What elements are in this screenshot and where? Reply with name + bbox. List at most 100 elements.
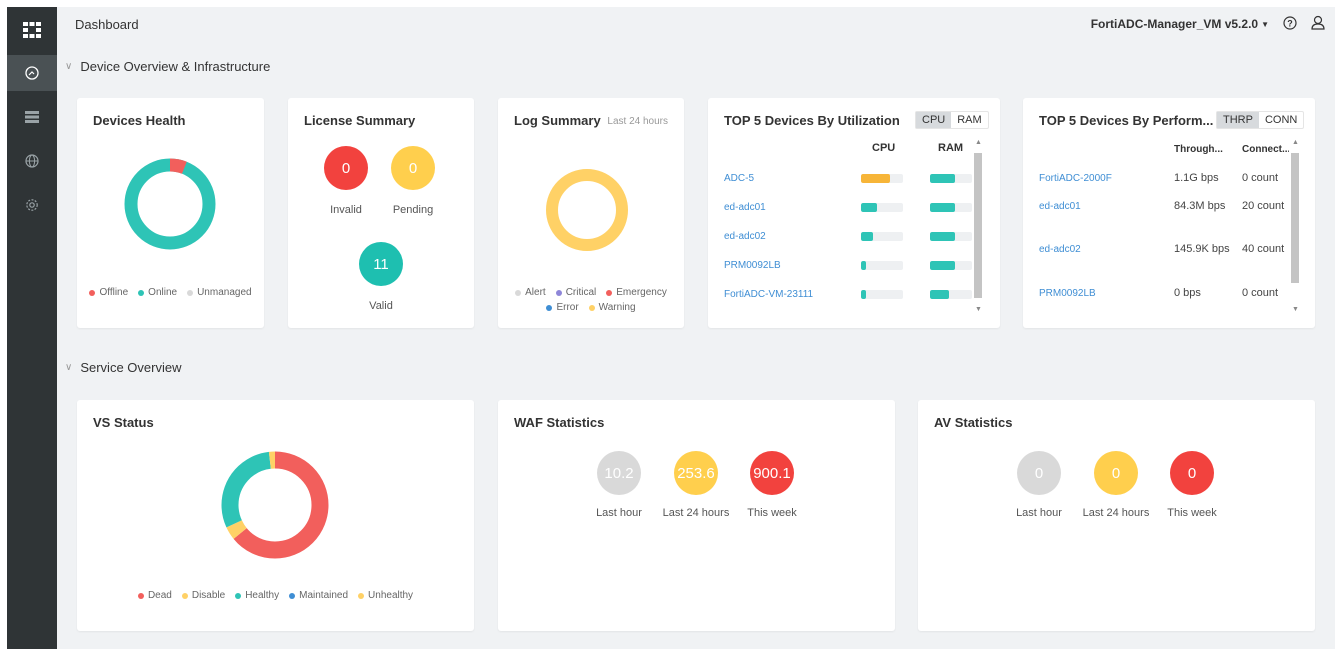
invalid-label: Invalid <box>330 204 362 216</box>
waf-last-24h-circle[interactable]: 253.6 <box>674 451 718 495</box>
legend-critical[interactable]: Critical <box>555 287 596 298</box>
waf-last-hour-label: Last hour <box>596 507 642 519</box>
legend-online[interactable]: Online <box>138 287 177 298</box>
card-title: Log Summary <box>514 113 601 128</box>
legend-offline[interactable]: Offline <box>89 287 128 298</box>
card-title: TOP 5 Devices By Perform... <box>1039 113 1214 128</box>
perf-scrollbar[interactable]: ▲ ▼ <box>1289 139 1301 313</box>
conn-toggle[interactable]: CONN <box>1259 112 1303 128</box>
card-title: WAF Statistics <box>514 415 605 430</box>
vs-status-card: VS Status Dead Disable Healthy Maintaine… <box>77 400 474 631</box>
util-scrollbar[interactable]: ▲ ▼ <box>972 139 984 313</box>
legend-error[interactable]: Error <box>546 302 579 313</box>
perf-connections-cell: 0 count <box>1242 172 1279 184</box>
util-ram-bar <box>930 290 972 299</box>
devices-health-donut <box>124 158 216 250</box>
chevron-down-icon: ∨ <box>65 362 73 373</box>
util-cpu-bar <box>861 261 903 270</box>
av-last-hour-circle[interactable]: 0 <box>1017 451 1061 495</box>
user-icon[interactable] <box>1311 15 1325 33</box>
help-icon[interactable]: ? <box>1283 15 1297 33</box>
perf-device-link[interactable]: ed-adc02 <box>1039 244 1081 255</box>
perf-device-link[interactable]: FortiADC-2000F <box>1039 173 1112 184</box>
perf-connections-cell: 0 count <box>1242 287 1279 299</box>
col-cpu: CPU <box>872 142 896 154</box>
vs-status-legend: Dead Disable Healthy Maintained Unhealth… <box>87 590 464 601</box>
util-device-link[interactable]: ADC-5 <box>724 173 754 184</box>
col-connections: Connect... <box>1242 144 1291 155</box>
util-cpu-bar <box>861 232 903 241</box>
section-service-overview[interactable]: ∨ Service Overview <box>65 360 181 375</box>
vm-selector-dropdown[interactable]: FortiADC-Manager_VM v5.2.0 ▼ <box>1091 17 1269 31</box>
log-summary-donut <box>546 169 628 251</box>
dashboard-icon[interactable] <box>7 55 57 91</box>
perf-connections-cell: 40 count <box>1242 243 1285 255</box>
log-summary-card: Log Summary Last 24 hours Alert Critical… <box>498 98 684 328</box>
waf-this-week-circle[interactable]: 900.1 <box>750 451 794 495</box>
av-this-week-label: This week <box>1167 507 1217 519</box>
util-device-link[interactable]: PRM0092LB <box>724 260 781 271</box>
legend-healthy[interactable]: Healthy <box>235 590 279 601</box>
util-ram-bar <box>930 261 972 270</box>
legend-maintained[interactable]: Maintained <box>289 590 348 601</box>
top-right-controls: FortiADC-Manager_VM v5.2.0 ▼ ? <box>1091 15 1325 33</box>
log-summary-legend: Alert Critical Emergency Error Warning <box>502 287 680 313</box>
av-last-24h-circle[interactable]: 0 <box>1094 451 1138 495</box>
sidebar <box>7 7 57 649</box>
util-ram-bar <box>930 174 972 183</box>
perf-device-link[interactable]: ed-adc01 <box>1039 201 1081 212</box>
col-ram: RAM <box>938 142 964 154</box>
legend-alert[interactable]: Alert <box>515 287 546 298</box>
util-cpu-bar <box>861 203 903 212</box>
legend-unhealthy[interactable]: Unhealthy <box>358 590 413 601</box>
chevron-down-icon: ∨ <box>65 61 73 72</box>
waf-statistics-card: WAF Statistics 10.2 Last hour 253.6 Last… <box>498 400 895 631</box>
page-title: Dashboard <box>75 17 139 32</box>
top-bar: Dashboard FortiADC-Manager_VM v5.2.0 ▼ ? <box>57 7 1335 43</box>
ram-toggle[interactable]: RAM <box>951 112 987 128</box>
invalid-count-circle[interactable]: 0 <box>324 146 368 190</box>
perf-throughput-cell: 145.9K bps <box>1174 243 1230 255</box>
pending-count-circle[interactable]: 0 <box>391 146 435 190</box>
av-last-24h-label: Last 24 hours <box>1082 507 1150 519</box>
waf-last-hour-circle[interactable]: 10.2 <box>597 451 641 495</box>
util-device-link[interactable]: FortiADC-VM-23111 <box>724 289 813 300</box>
vs-status-donut <box>221 451 329 559</box>
top5-performance-card: TOP 5 Devices By Perform... THRP CONN Th… <box>1023 98 1315 328</box>
settings-gear-icon[interactable] <box>7 187 57 223</box>
license-summary-card: License Summary 0 Invalid 0 Pending 11 V… <box>288 98 474 328</box>
section-device-overview[interactable]: ∨ Device Overview & Infrastructure <box>65 59 270 74</box>
util-cpu-bar <box>861 290 903 299</box>
card-title: VS Status <box>93 415 154 430</box>
perf-throughput-cell: 0 bps <box>1174 287 1201 299</box>
card-title: TOP 5 Devices By Utilization <box>724 113 900 128</box>
perf-device-link[interactable]: PRM0092LB <box>1039 288 1096 299</box>
legend-emergency[interactable]: Emergency <box>606 287 667 298</box>
legend-dead[interactable]: Dead <box>137 590 172 601</box>
legend-warning[interactable]: Warning <box>588 302 636 313</box>
devices-icon[interactable] <box>7 99 57 135</box>
legend-disable[interactable]: Disable <box>181 590 225 601</box>
fortinet-logo-icon[interactable] <box>7 12 57 48</box>
app: Dashboard FortiADC-Manager_VM v5.2.0 ▼ ?… <box>0 0 1335 649</box>
thrp-conn-toggle: THRP CONN <box>1216 111 1305 129</box>
av-last-hour-label: Last hour <box>1016 507 1062 519</box>
util-ram-bar <box>930 232 972 241</box>
main-content: Dashboard FortiADC-Manager_VM v5.2.0 ▼ ?… <box>57 7 1335 649</box>
av-this-week-circle[interactable]: 0 <box>1170 451 1214 495</box>
util-device-link[interactable]: ed-adc02 <box>724 231 766 242</box>
pending-label: Pending <box>392 204 434 216</box>
thrp-toggle[interactable]: THRP <box>1217 112 1259 128</box>
legend-unmanaged[interactable]: Unmanaged <box>187 287 252 298</box>
util-ram-bar <box>930 203 972 212</box>
waf-last-24h-label: Last 24 hours <box>662 507 730 519</box>
card-title: License Summary <box>304 113 416 128</box>
section-title: Device Overview & Infrastructure <box>80 59 271 74</box>
util-device-link[interactable]: ed-adc01 <box>724 202 766 213</box>
perf-connections-cell: 20 count <box>1242 200 1285 212</box>
devices-health-legend: Offline Online Unmanaged <box>87 287 254 298</box>
globe-icon[interactable] <box>7 143 57 179</box>
cpu-toggle[interactable]: CPU <box>916 112 952 128</box>
valid-count-circle[interactable]: 11 <box>359 242 403 286</box>
av-statistics-card: AV Statistics 0 Last hour 0 Last 24 hour… <box>918 400 1315 631</box>
